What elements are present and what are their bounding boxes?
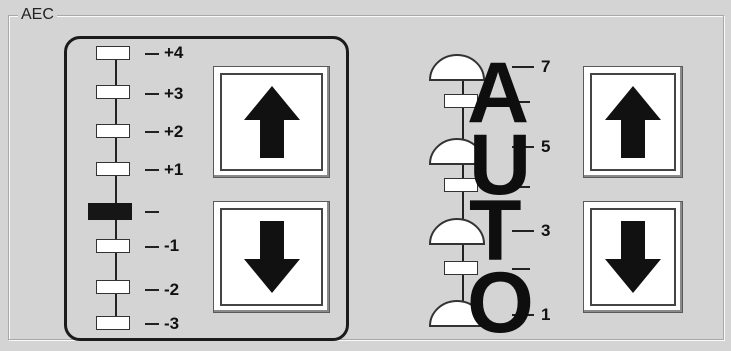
exposure-tick xyxy=(145,246,159,248)
exposure-level-current-box[interactable] xyxy=(88,203,132,220)
exposure-tick xyxy=(145,289,159,291)
exposure-up-button[interactable] xyxy=(213,66,330,178)
auto-down-button[interactable] xyxy=(583,201,683,313)
exposure-level-box[interactable] xyxy=(96,85,130,99)
exposure-level-label: +3 xyxy=(164,84,184,103)
aec-group-title: AEC xyxy=(18,6,57,24)
exposure-level-box[interactable] xyxy=(96,316,130,330)
auto-level-label: 1 xyxy=(541,305,551,324)
exposure-level-label: -3 xyxy=(164,314,180,333)
auto-letter: O xyxy=(467,255,534,351)
exposure-tick xyxy=(145,93,159,95)
exposure-tick xyxy=(145,211,159,213)
auto-level-label: 3 xyxy=(541,221,551,240)
exposure-tick xyxy=(145,323,159,325)
exposure-tick xyxy=(145,131,159,133)
button-face xyxy=(220,73,323,171)
exposure-level-label: +4 xyxy=(164,43,184,62)
exposure-level-box[interactable] xyxy=(96,239,130,253)
exposure-level-box[interactable] xyxy=(96,46,130,60)
auto-level-label: 5 xyxy=(541,137,551,156)
exposure-level-box[interactable] xyxy=(96,280,130,294)
button-face xyxy=(220,208,323,306)
exposure-level-box[interactable] xyxy=(96,162,130,176)
exposure-tick xyxy=(145,169,159,171)
arrow-down-icon xyxy=(243,221,300,293)
exposure-level-label: -1 xyxy=(164,236,180,255)
auto-up-button[interactable] xyxy=(583,66,683,178)
exposure-level-label: +2 xyxy=(164,122,184,141)
arrow-up-icon xyxy=(243,86,300,158)
arrow-down-icon xyxy=(605,221,661,293)
auto-level-label: 7 xyxy=(541,57,551,76)
exposure-level-box[interactable] xyxy=(96,124,130,138)
button-face xyxy=(590,208,676,306)
exposure-down-button[interactable] xyxy=(213,201,330,313)
exposure-tick xyxy=(145,53,159,55)
exposure-level-label: -2 xyxy=(164,280,180,299)
exposure-level-label: +1 xyxy=(164,160,184,179)
arrow-up-icon xyxy=(605,86,661,158)
button-face xyxy=(590,73,676,171)
